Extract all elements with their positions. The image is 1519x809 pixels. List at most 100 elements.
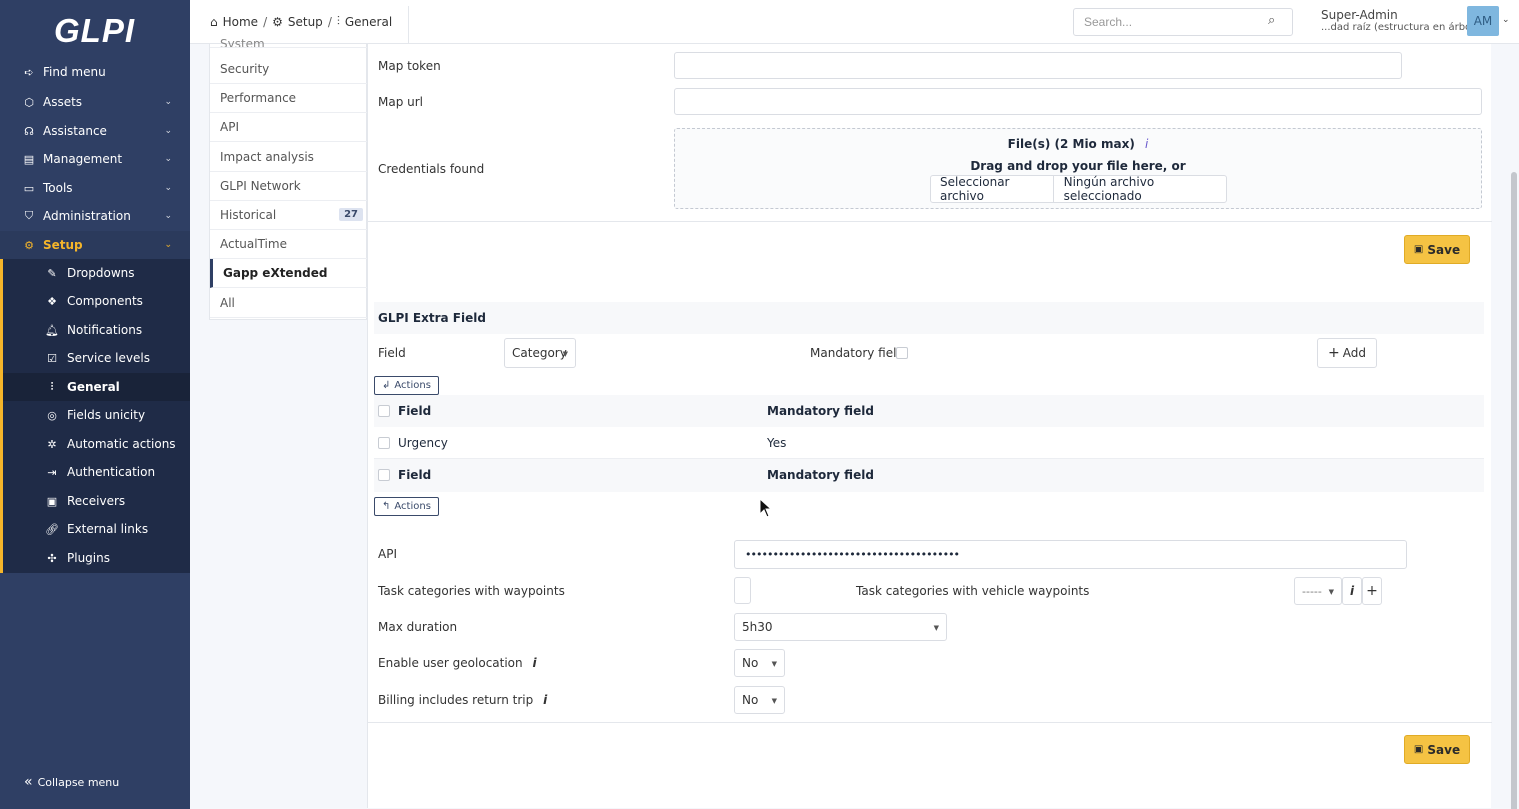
settings-automation-icon: ✲ — [47, 437, 57, 451]
submenu-authentication[interactable]: ⇥ Authentication — [3, 458, 190, 486]
tab-security[interactable]: Security — [210, 55, 367, 84]
info-icon[interactable]: i — [1342, 577, 1362, 605]
caret-down-icon: ▼ — [1328, 588, 1334, 596]
breadcrumb-general[interactable]: General — [345, 15, 392, 29]
user-info[interactable]: Super-Admin ...dad raíz (estructura en á… — [1321, 8, 1478, 34]
plus-icon[interactable]: + — [1362, 577, 1382, 605]
cell-field: Urgency — [398, 436, 448, 450]
vehicle-waypoints-select[interactable]: ----- ▼ — [1294, 577, 1342, 605]
tab-label: Gapp eXtended — [223, 266, 328, 280]
actions-button-top[interactable]: ↲ Actions — [374, 376, 439, 395]
tab-performance[interactable]: Performance — [210, 84, 367, 113]
scrollbar[interactable] — [1508, 44, 1519, 809]
geolocation-select[interactable]: No ▼ — [734, 649, 785, 677]
mandatory-checkbox[interactable] — [896, 347, 908, 359]
submenu-plugins[interactable]: ✣ Plugins — [3, 544, 190, 572]
menu-setup[interactable]: ⚙ Setup ⌄ — [0, 231, 190, 259]
clipboard-check-icon: ☑ — [47, 351, 57, 365]
submenu-components[interactable]: ❖ Components — [3, 287, 190, 315]
submenu-notifications[interactable]: 🔔︎ Notifications — [3, 316, 190, 344]
submenu-external-links[interactable]: 🔗︎ External links — [3, 515, 190, 543]
search-icon[interactable]: ⌕ — [1268, 13, 1275, 28]
submenu-label: General — [67, 380, 120, 394]
map-token-input[interactable] — [674, 52, 1402, 79]
map-url-input[interactable] — [674, 88, 1482, 115]
gear-icon: ⚙ — [272, 14, 283, 29]
submenu-receivers[interactable]: ▣ Receivers — [3, 487, 190, 515]
submenu-automatic-actions[interactable]: ✲ Automatic actions — [3, 430, 190, 458]
breadcrumb-home[interactable]: Home — [223, 15, 258, 29]
credentials-label: Credentials found — [378, 162, 485, 176]
geolocation-label: Enable user geolocation — [378, 656, 523, 670]
map-url-label: Map url — [378, 95, 424, 109]
scrollbar-thumb[interactable] — [1511, 172, 1517, 809]
tab-label: Performance — [220, 91, 297, 105]
submenu-service-levels[interactable]: ☑ Service levels — [3, 344, 190, 372]
file-dropzone[interactable]: File(s) (2 Mio max) i Drag and drop your… — [674, 128, 1482, 209]
glpi-logo[interactable]: GLPI — [54, 12, 135, 50]
puzzle-icon: ✣ — [47, 551, 57, 565]
sidebar: GLPI ➪ Find menu ⬡ Assets ⌄ ☊ Assistance… — [0, 0, 190, 809]
geolocation-label-row: Enable user geolocation i — [378, 656, 537, 670]
actions-button-bottom[interactable]: ↰ Actions — [374, 497, 439, 516]
save-button-bottom[interactable]: ▣ Save — [1404, 735, 1470, 764]
tab-all[interactable]: All — [210, 289, 367, 318]
billing-select[interactable]: No ▼ — [734, 686, 785, 714]
tab-label: All — [220, 296, 235, 310]
home-icon: ⌂ — [210, 14, 218, 29]
tab-gapp-extended[interactable]: Gapp eXtended — [210, 259, 367, 288]
breadcrumb-setup[interactable]: Setup — [288, 15, 323, 29]
field-select[interactable]: Category ▼ — [504, 338, 576, 368]
file-input[interactable]: Seleccionar archivo Ningún archivo selec… — [930, 175, 1227, 203]
section-title: GLPI Extra Field — [374, 302, 1484, 334]
chevron-down-icon[interactable]: ⌄ — [1502, 15, 1510, 25]
save-button[interactable]: ▣ Save — [1404, 235, 1470, 264]
select-all-checkbox[interactable] — [378, 405, 390, 417]
menu-assistance[interactable]: ☊ Assistance ⌄ — [0, 117, 190, 145]
row-checkbox[interactable] — [378, 437, 390, 449]
inbox-icon: ▣ — [46, 494, 58, 508]
sliders-icon: ⫶ — [50, 380, 54, 393]
select-all-checkbox[interactable] — [378, 469, 390, 481]
tab-label: API — [220, 120, 239, 134]
chevron-down-icon: ⌄ — [164, 211, 172, 221]
task-categories-select[interactable] — [734, 577, 751, 604]
tab-glpi-network[interactable]: GLPI Network — [210, 172, 367, 201]
api-input[interactable]: ••••••••••••••••••••••••••••••••••••••• — [734, 540, 1407, 569]
submenu-general[interactable]: ⫶ General — [3, 373, 190, 401]
search-input[interactable] — [1073, 8, 1293, 36]
avatar[interactable]: AM — [1467, 6, 1499, 36]
tab-api[interactable]: API — [210, 113, 367, 142]
column-header-field[interactable]: Field — [398, 404, 431, 418]
config-tabs: System Security Performance API Impact a… — [209, 37, 367, 320]
menu-assets[interactable]: ⬡ Assets ⌄ — [0, 88, 190, 116]
corner-down-icon: ↲ — [382, 380, 391, 391]
info-icon[interactable]: i — [543, 693, 547, 707]
info-icon[interactable]: i — [532, 656, 536, 670]
menu-management[interactable]: ▤ Management ⌄ — [0, 145, 190, 173]
collapse-menu-label: Collapse menu — [37, 775, 120, 789]
submenu-label: Authentication — [67, 465, 156, 479]
add-button[interactable]: + Add — [1317, 338, 1377, 368]
menu-tools[interactable]: ▭ Tools ⌄ — [0, 174, 190, 202]
column-header-mandatory[interactable]: Mandatory field — [767, 404, 874, 418]
setup-submenu: ✎ Dropdowns ❖ Components 🔔︎ Notification… — [0, 259, 190, 573]
column-footer-mandatory: Mandatory field — [767, 468, 874, 482]
choose-file-button[interactable]: Seleccionar archivo — [931, 175, 1054, 203]
collapse-menu-button[interactable]: « Collapse menu — [24, 774, 119, 790]
tab-actualtime[interactable]: ActualTime — [210, 230, 367, 259]
tab-impact-analysis[interactable]: Impact analysis — [210, 143, 367, 172]
tab-historical[interactable]: Historical 27 — [210, 201, 367, 230]
api-label: API — [378, 547, 397, 561]
tab-label: ActualTime — [220, 237, 287, 251]
submenu-dropdowns[interactable]: ✎ Dropdowns — [3, 259, 190, 287]
max-duration-select[interactable]: 5h30 ▼ — [734, 613, 947, 641]
mouse-cursor-icon — [759, 498, 773, 518]
submenu-fields-unicity[interactable]: ◎ Fields unicity — [3, 401, 190, 429]
info-icon[interactable]: i — [1145, 137, 1148, 151]
tab-system[interactable]: System — [210, 30, 367, 48]
upload-hint: Drag and drop your file here, or — [970, 159, 1186, 173]
menu-find-menu[interactable]: ➪ Find menu — [0, 58, 190, 86]
arrow-right-icon: ➪ — [24, 65, 34, 79]
menu-administration[interactable]: ⛉ Administration ⌄ — [0, 202, 190, 230]
